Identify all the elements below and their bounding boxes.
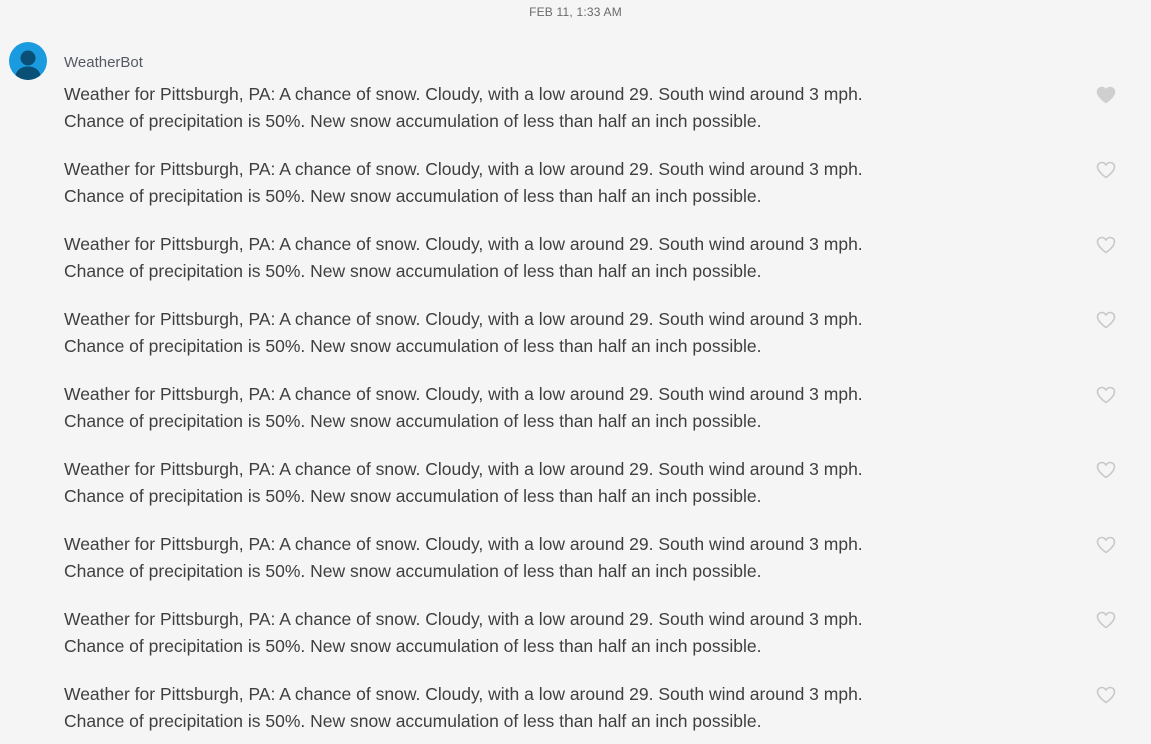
like-heart-icon[interactable] [1096, 536, 1116, 554]
message-text: Weather for Pittsburgh, PA: A chance of … [64, 609, 863, 656]
message-text: Weather for Pittsburgh, PA: A chance of … [64, 84, 863, 131]
like-heart-icon[interactable] [1096, 386, 1116, 404]
message-item: Weather for Pittsburgh, PA: A chance of … [0, 155, 1151, 230]
message-timestamp: FEB 11, 1:33 AM [529, 5, 622, 19]
message-item: Weather for Pittsburgh, PA: A chance of … [0, 680, 1151, 744]
message-item: Weather for Pittsburgh, PA: A chance of … [0, 605, 1151, 680]
message-text: Weather for Pittsburgh, PA: A chance of … [64, 309, 863, 356]
like-heart-icon[interactable] [1096, 161, 1116, 179]
like-heart-icon[interactable] [1096, 236, 1116, 254]
like-heart-icon[interactable] [1096, 461, 1116, 479]
message-text: Weather for Pittsburgh, PA: A chance of … [64, 159, 863, 206]
person-silhouette-icon [15, 50, 41, 80]
sender-name[interactable]: WeatherBot [64, 54, 143, 71]
like-heart-icon[interactable] [1096, 611, 1116, 629]
message-list: Weather for Pittsburgh, PA: A chance of … [0, 80, 1151, 744]
chat-thread: FEB 11, 1:33 AM WeatherBot Weather for P… [0, 0, 1151, 744]
message-item: Weather for Pittsburgh, PA: A chance of … [0, 305, 1151, 380]
message-text: Weather for Pittsburgh, PA: A chance of … [64, 459, 863, 506]
like-heart-icon[interactable] [1096, 686, 1116, 704]
message-text: Weather for Pittsburgh, PA: A chance of … [64, 684, 863, 731]
message-item: Weather for Pittsburgh, PA: A chance of … [0, 455, 1151, 530]
message-text: Weather for Pittsburgh, PA: A chance of … [64, 384, 863, 431]
message-item: Weather for Pittsburgh, PA: A chance of … [0, 530, 1151, 605]
message-item: Weather for Pittsburgh, PA: A chance of … [0, 380, 1151, 455]
message-text: Weather for Pittsburgh, PA: A chance of … [64, 234, 863, 281]
message-item: Weather for Pittsburgh, PA: A chance of … [0, 230, 1151, 305]
avatar[interactable] [9, 42, 47, 80]
message-text: Weather for Pittsburgh, PA: A chance of … [64, 534, 863, 581]
like-heart-icon[interactable] [1096, 86, 1116, 104]
message-item: Weather for Pittsburgh, PA: A chance of … [0, 80, 1151, 155]
like-heart-icon[interactable] [1096, 311, 1116, 329]
